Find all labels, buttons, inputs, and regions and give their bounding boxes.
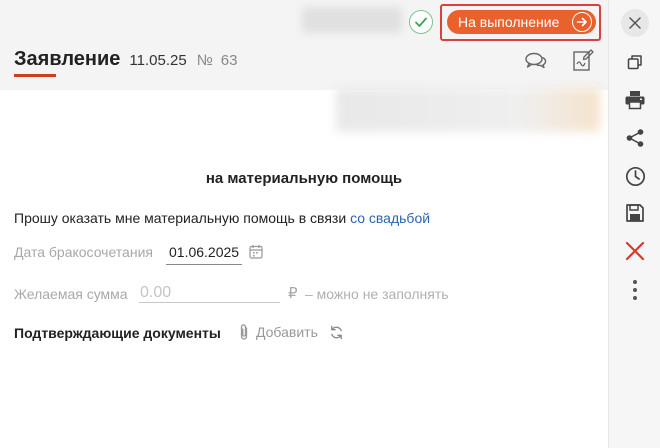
sign-document-icon[interactable] <box>571 48 595 72</box>
date-field-underline <box>166 264 242 265</box>
history-icon[interactable] <box>622 163 648 189</box>
document-date: 11.05.25 <box>129 52 187 69</box>
refresh-icon[interactable] <box>329 325 344 345</box>
add-document-label: Добавить <box>256 324 318 340</box>
calendar-icon[interactable] <box>249 244 263 264</box>
amount-label: Желаемая сумма <box>14 286 128 302</box>
reason-link[interactable]: со свадьбой <box>350 210 430 226</box>
close-button[interactable] <box>621 9 649 37</box>
to-execution-button[interactable]: На выполнение <box>447 10 596 34</box>
blurred-organization-info <box>336 88 600 132</box>
marriage-date-label: Дата бракосочетания <box>14 244 153 260</box>
arrow-right-icon <box>572 12 592 32</box>
approve-button[interactable] <box>409 10 433 34</box>
checkmark-icon <box>415 17 427 27</box>
to-execution-label: На выполнение <box>458 14 560 30</box>
document-number: 63 <box>220 52 238 69</box>
share-icon[interactable] <box>622 125 648 151</box>
add-document-button[interactable]: Добавить <box>238 323 318 341</box>
request-paragraph: Прошу оказать мне материальную помощь в … <box>14 210 430 226</box>
delete-icon[interactable] <box>622 238 648 264</box>
close-icon <box>629 17 641 29</box>
amount-field-underline <box>139 302 280 303</box>
paperclip-icon <box>240 324 248 340</box>
number-symbol: № <box>196 52 213 69</box>
document-heading: на материальную помощь <box>205 170 403 187</box>
blurred-user-info <box>302 7 402 33</box>
comments-icon[interactable] <box>524 49 548 73</box>
amount-input[interactable]: 0.00 <box>140 284 171 302</box>
more-icon[interactable] <box>622 277 648 303</box>
currency-symbol: ₽ <box>288 285 298 302</box>
printer-icon[interactable] <box>622 87 648 113</box>
marriage-date-field[interactable]: 01.06.2025 <box>169 244 239 260</box>
supporting-documents-label: Подтверждающие документы <box>14 325 221 341</box>
right-action-rail <box>608 0 660 448</box>
title-row: Заявление 11.05.25 № 63 <box>14 48 237 71</box>
save-icon[interactable] <box>622 200 648 226</box>
request-text: Прошу оказать мне материальную помощь в … <box>14 210 351 226</box>
page-title: Заявление <box>14 48 121 70</box>
title-underline <box>14 74 56 77</box>
copy-icon[interactable] <box>622 49 648 75</box>
document-header: На выполнение Заявление 11.05.25 № 63 <box>0 0 608 90</box>
amount-hint: – можно не заполнять <box>305 286 449 302</box>
